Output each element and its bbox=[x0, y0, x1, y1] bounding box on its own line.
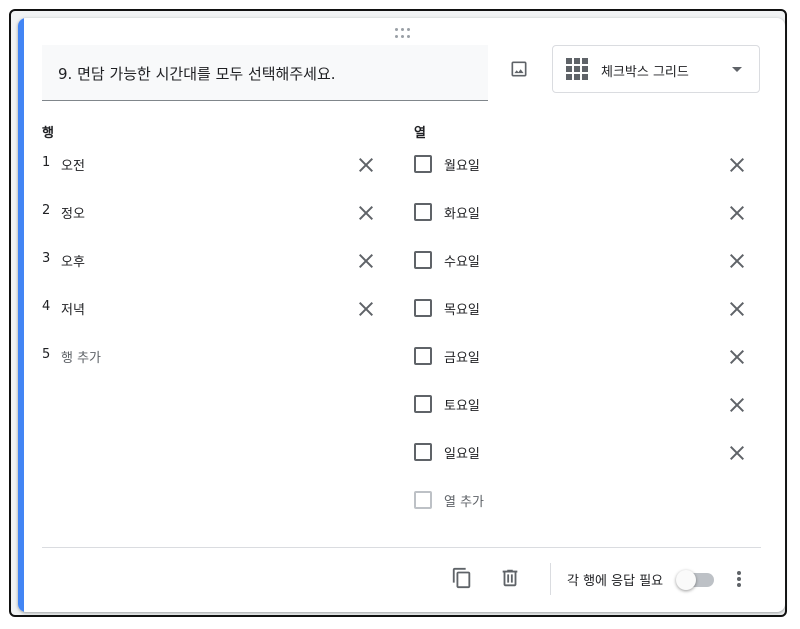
row-number: 4 bbox=[42, 299, 51, 314]
chevron-down-icon bbox=[732, 67, 742, 72]
row-number: 1 bbox=[42, 155, 51, 170]
close-icon bbox=[730, 398, 744, 412]
question-type-label: 체크박스 그리드 bbox=[601, 65, 689, 80]
checkbox-icon bbox=[414, 203, 432, 221]
remove-column-button[interactable] bbox=[725, 201, 749, 225]
checkbox-icon bbox=[414, 299, 432, 317]
close-icon bbox=[359, 254, 373, 268]
column-label[interactable]: 화요일 bbox=[444, 203, 480, 222]
drag-handle-icon[interactable] bbox=[395, 28, 411, 38]
remove-column-button[interactable] bbox=[725, 441, 749, 465]
question-card[interactable]: 9. 면담 가능한 시간대를 모두 선택해주세요. 체크박스 그리드 행 1 오… bbox=[18, 18, 785, 612]
checkbox-icon bbox=[414, 155, 432, 173]
close-icon bbox=[730, 206, 744, 220]
checkbox-icon bbox=[414, 443, 432, 461]
checkbox-icon bbox=[414, 395, 432, 413]
column-item[interactable]: 목요일 bbox=[414, 296, 764, 320]
column-item[interactable]: 화요일 bbox=[414, 200, 764, 224]
row-label[interactable]: 저녁 bbox=[61, 299, 85, 318]
question-type-select[interactable]: 체크박스 그리드 bbox=[552, 45, 760, 93]
column-item[interactable]: 금요일 bbox=[414, 344, 764, 368]
column-label[interactable]: 목요일 bbox=[444, 299, 480, 318]
row-label[interactable]: 정오 bbox=[61, 203, 85, 222]
column-label[interactable]: 월요일 bbox=[444, 155, 480, 174]
row-item[interactable]: 1 오전 bbox=[42, 152, 382, 176]
row-item[interactable]: 2 정오 bbox=[42, 200, 382, 224]
close-icon bbox=[730, 158, 744, 172]
remove-column-button[interactable] bbox=[725, 297, 749, 321]
column-item[interactable]: 토요일 bbox=[414, 392, 764, 416]
remove-column-button[interactable] bbox=[725, 249, 749, 273]
required-label: 각 행에 응답 필요 bbox=[567, 574, 664, 589]
column-label[interactable]: 수요일 bbox=[444, 251, 480, 270]
remove-row-button[interactable] bbox=[354, 153, 378, 177]
remove-row-button[interactable] bbox=[354, 297, 378, 321]
more-vert-icon[interactable] bbox=[727, 567, 751, 591]
close-icon bbox=[730, 350, 744, 364]
toggle-thumb bbox=[676, 570, 696, 590]
row-label[interactable]: 오후 bbox=[61, 251, 85, 270]
checkbox-icon bbox=[414, 491, 432, 509]
copy-icon bbox=[452, 567, 471, 589]
remove-column-button[interactable] bbox=[725, 345, 749, 369]
delete-icon bbox=[502, 569, 518, 587]
add-column-label[interactable]: 열 추가 bbox=[444, 491, 484, 510]
close-icon bbox=[359, 302, 373, 316]
image-icon bbox=[511, 61, 527, 77]
row-item[interactable]: 4 저녁 bbox=[42, 296, 382, 320]
footer-vertical-divider bbox=[550, 563, 551, 595]
row-label[interactable]: 오전 bbox=[61, 155, 85, 174]
close-icon bbox=[730, 302, 744, 316]
row-item[interactable]: 3 오후 bbox=[42, 248, 382, 272]
remove-row-button[interactable] bbox=[354, 201, 378, 225]
footer-divider bbox=[42, 547, 761, 548]
column-label[interactable]: 일요일 bbox=[444, 443, 480, 462]
accent-bar bbox=[18, 18, 24, 612]
remove-column-button[interactable] bbox=[725, 393, 749, 417]
add-row-label[interactable]: 행 추가 bbox=[61, 347, 101, 366]
close-icon bbox=[730, 446, 744, 460]
close-icon bbox=[730, 254, 744, 268]
column-item[interactable]: 일요일 bbox=[414, 440, 764, 464]
add-column-item[interactable]: 열 추가 bbox=[414, 488, 764, 512]
row-number: 2 bbox=[42, 203, 51, 218]
required-toggle[interactable] bbox=[676, 569, 714, 590]
columns-heading: 열 bbox=[414, 126, 426, 141]
remove-column-button[interactable] bbox=[725, 153, 749, 177]
add-image-button[interactable] bbox=[507, 57, 531, 81]
checkbox-icon bbox=[414, 251, 432, 269]
question-title[interactable]: 9. 면담 가능한 시간대를 모두 선택해주세요. bbox=[58, 63, 336, 84]
column-item[interactable]: 월요일 bbox=[414, 152, 764, 176]
row-number: 3 bbox=[42, 251, 51, 266]
question-title-field[interactable]: 9. 면담 가능한 시간대를 모두 선택해주세요. bbox=[42, 45, 488, 101]
column-label[interactable]: 금요일 bbox=[444, 347, 480, 366]
close-icon bbox=[359, 206, 373, 220]
checkbox-icon bbox=[414, 347, 432, 365]
duplicate-button[interactable] bbox=[450, 566, 474, 590]
add-row-item[interactable]: 5 행 추가 bbox=[42, 344, 382, 368]
remove-row-button[interactable] bbox=[354, 249, 378, 273]
row-number: 5 bbox=[42, 347, 51, 362]
close-icon bbox=[359, 158, 373, 172]
delete-button[interactable] bbox=[498, 566, 522, 590]
column-label[interactable]: 토요일 bbox=[444, 395, 480, 414]
rows-heading: 행 bbox=[42, 126, 54, 141]
grid-icon bbox=[566, 58, 588, 80]
column-item[interactable]: 수요일 bbox=[414, 248, 764, 272]
